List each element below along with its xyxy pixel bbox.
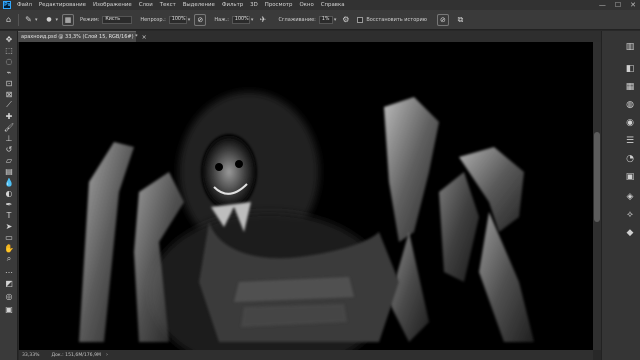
minimize-icon[interactable]: — <box>599 1 606 9</box>
brush-icon[interactable]: 🖌 <box>3 122 15 132</box>
chevron-down-icon[interactable]: ▾ <box>56 17 59 23</box>
restore-history-checkbox[interactable] <box>357 16 364 23</box>
mode-select[interactable]: Кисть <box>102 15 133 24</box>
menu-window[interactable]: Окно <box>299 2 313 8</box>
history-panel-icon[interactable]: ▥ <box>624 41 636 53</box>
gradient-icon[interactable]: ▤ <box>3 166 15 176</box>
paths-panel-icon[interactable]: ⟡ <box>624 209 636 221</box>
smoothing-field[interactable]: 1% <box>318 15 333 24</box>
menu-image[interactable]: Изображение <box>93 2 132 8</box>
scrollbar-thumb[interactable] <box>594 132 600 222</box>
chevron-down-icon[interactable]: ▾ <box>334 17 337 23</box>
mode-label: Режим: <box>80 16 100 23</box>
channels-panel-icon[interactable]: ◈ <box>624 191 636 203</box>
rectangle-icon[interactable]: ▭ <box>3 232 15 242</box>
marquee-icon[interactable]: ⬚ <box>3 45 15 55</box>
close-icon[interactable]: ✕ <box>630 1 636 9</box>
quick-select-icon[interactable]: ⌁ <box>3 67 15 77</box>
menu-type[interactable]: Текст <box>160 2 176 8</box>
menu-filter[interactable]: Фильтр <box>222 2 243 8</box>
document-tab[interactable]: арахноид.psd @ 33,3% (Слой 15, RGB/16#) … <box>18 31 147 42</box>
more-tools-icon[interactable]: … <box>3 265 15 275</box>
photoshop-logo-icon: Ps <box>3 1 11 9</box>
close-tab-icon[interactable]: × <box>142 34 147 41</box>
quick-mask-icon[interactable]: ◎ <box>3 291 15 301</box>
dodge-icon[interactable]: ◐ <box>3 188 15 198</box>
pressure-label: Наж.: <box>214 16 229 23</box>
brush-size-icon[interactable]: ● <box>44 14 55 25</box>
document-canvas[interactable] <box>19 42 593 350</box>
lasso-icon[interactable]: ◌ <box>3 56 15 66</box>
menu-3d[interactable]: 3D <box>250 2 258 8</box>
type-icon[interactable]: T <box>3 210 15 220</box>
colors-icon[interactable]: ◩ <box>3 278 15 288</box>
brush-settings-icon[interactable]: ▦ <box>62 13 75 26</box>
window-controls: — ☐ ✕ <box>599 1 636 9</box>
maximize-icon[interactable]: ☐ <box>615 1 621 9</box>
history-brush-icon[interactable]: ↺ <box>3 144 15 154</box>
path-select-icon[interactable]: ➤ <box>3 221 15 231</box>
right-panel-dock: ▥ ◧ ▦ ◍ ◉ ☰ ◔ ▣ ◈ ⟡ ◆ <box>601 31 640 360</box>
document-tab-title: арахноид.psd @ 33,3% (Слой 15, RGB/16#) … <box>21 34 138 40</box>
opacity-field[interactable]: 100% <box>168 15 187 24</box>
menu-file[interactable]: Файл <box>17 2 32 8</box>
home-icon[interactable]: ⌂ <box>3 14 14 25</box>
eraser-icon[interactable]: ▱ <box>3 155 15 165</box>
symmetry-icon[interactable]: ⧉ <box>455 14 466 25</box>
chevron-right-icon[interactable]: › <box>106 352 108 358</box>
zoom-level[interactable]: 33,33% <box>22 353 40 358</box>
move-icon[interactable]: ✥ <box>3 34 15 44</box>
restore-history-label: Восстановить историю <box>366 16 427 23</box>
menu-view[interactable]: Просмотр <box>265 2 293 8</box>
swatches-panel-icon[interactable]: ▦ <box>624 81 636 93</box>
frame-icon[interactable]: ⊠ <box>3 89 15 99</box>
document-size-info: Док.: 151,6M/176,9M <box>51 352 101 358</box>
menu-select[interactable]: Выделение <box>183 2 215 8</box>
pressure-field[interactable]: 100% <box>231 15 250 24</box>
status-bar: 33,33% Док.: 151,6M/176,9M › <box>19 350 593 360</box>
layers-panel-icon[interactable]: ◆ <box>624 227 636 239</box>
pressure-size-icon[interactable]: ⊘ <box>436 13 449 26</box>
divider <box>18 13 19 26</box>
blur-icon[interactable]: 💧 <box>3 177 15 187</box>
clone-stamp-icon[interactable]: ⊥ <box>3 133 15 143</box>
airbrush-icon[interactable]: ✈ <box>257 14 268 25</box>
pressure-opacity-icon[interactable]: ⊘ <box>194 13 207 26</box>
artwork-arachnid <box>19 42 593 350</box>
smoothing-options-gear-icon[interactable]: ⚙ <box>340 14 351 25</box>
properties-panel-icon[interactable]: ☰ <box>624 135 636 147</box>
menu-edit[interactable]: Редактирование <box>39 2 86 8</box>
hand-icon[interactable]: ✋ <box>3 243 15 253</box>
adjustments-panel-icon[interactable]: ◉ <box>624 117 636 129</box>
pen-icon[interactable]: ✒ <box>3 199 15 209</box>
libraries-panel-icon[interactable]: ▣ <box>624 171 636 183</box>
tools-panel: ✥ ⬚ ◌ ⌁ ⊡ ⊠ ⟋ ✚ 🖌 ⊥ ↺ ▱ ▤ 💧 ◐ ✒ T ➤ ▭ ✋ … <box>0 31 18 360</box>
menu-bar: Ps Файл Редактирование Изображение Слои … <box>0 0 640 10</box>
chevron-down-icon[interactable]: ▾ <box>251 17 254 23</box>
spot-heal-icon[interactable]: ✚ <box>3 111 15 121</box>
crop-icon[interactable]: ⊡ <box>3 78 15 88</box>
opacity-label: Непрозр.: <box>140 16 166 23</box>
learn-panel-icon[interactable]: ◔ <box>624 153 636 165</box>
chevron-down-icon[interactable]: ▾ <box>188 17 191 23</box>
chevron-down-icon[interactable]: ▾ <box>35 17 38 23</box>
color-panel-icon[interactable]: ◧ <box>624 63 636 75</box>
smoothing-label: Сглаживание: <box>278 16 316 23</box>
history-brush-preset-icon[interactable]: ✎ <box>23 14 34 25</box>
main-menu: Файл Редактирование Изображение Слои Тек… <box>17 2 352 8</box>
brushes-panel-icon[interactable]: ◍ <box>624 99 636 111</box>
vertical-scrollbar[interactable] <box>593 42 601 350</box>
zoom-icon[interactable]: ⌕ <box>3 254 15 264</box>
menu-help[interactable]: Справка <box>321 2 345 8</box>
screen-mode-icon[interactable]: ▣ <box>3 304 15 314</box>
eyedropper-icon[interactable]: ⟋ <box>3 100 15 110</box>
options-bar: ⌂ ✎ ▾ ● ▾ ▦ Режим: Кисть Непрозр.: 100% … <box>0 10 640 30</box>
menu-layers[interactable]: Слои <box>139 2 153 8</box>
